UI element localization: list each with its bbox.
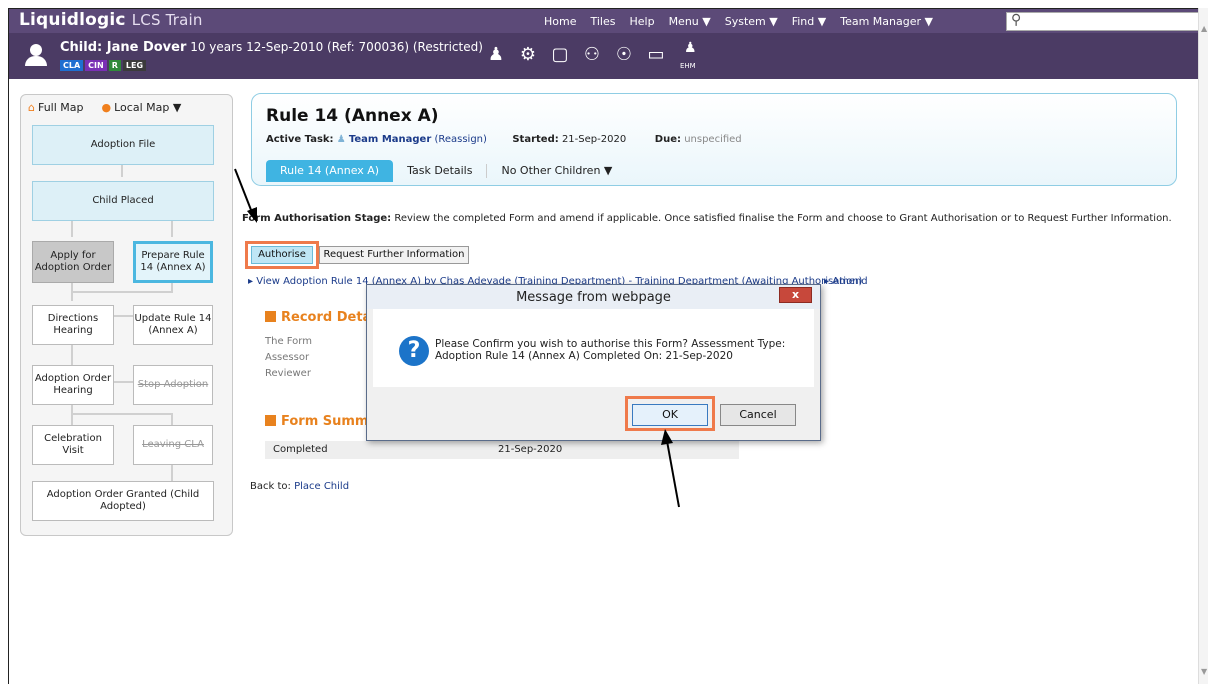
field-the-form: The Form — [265, 336, 312, 347]
map-nav: ⌂ Full Map ● Local Map ▼ — [28, 101, 181, 114]
search-input[interactable]: ⚲ — [1006, 12, 1198, 31]
edit-icon — [265, 415, 276, 426]
user-icon: ♟ — [336, 134, 346, 145]
node-adoption-order-hearing[interactable]: Adoption Order Hearing — [32, 365, 114, 405]
ehm-label: EHM — [680, 62, 696, 70]
annotation-arrow-ok — [661, 429, 680, 508]
child-details: 10 years 12-Sep-2010 (Ref: 700036) (Rest… — [190, 40, 483, 54]
flag-r: R — [108, 60, 121, 71]
home-icon: ⌂ — [28, 101, 35, 114]
dialog-titlebar: Message from webpage x — [367, 285, 820, 309]
summary-completed-label: Completed — [273, 444, 328, 455]
node-prepare-rule-14[interactable]: Prepare Rule 14 (Annex A) — [133, 241, 213, 283]
due-label: Due: — [654, 134, 681, 145]
active-task-label: Active Task: — [266, 134, 334, 145]
ok-highlight — [625, 396, 715, 431]
flag-cla: CLA — [60, 60, 84, 71]
full-map-link[interactable]: ⌂ Full Map — [28, 101, 84, 114]
nav-system[interactable]: System ▼ — [725, 15, 778, 28]
started-value: 21-Sep-2020 — [561, 134, 627, 145]
contact-icon[interactable]: ☉ — [614, 45, 634, 65]
document-icon[interactable]: ▢ — [550, 45, 570, 65]
node-adoption-order-granted[interactable]: Adoption Order Granted (Child Adopted) — [32, 481, 214, 521]
field-assessor: Assessor — [265, 352, 310, 363]
tab-no-other-children[interactable]: No Other Children ▼ — [487, 160, 626, 182]
dialog-message-line2: Adoption Rule 14 (Annex A) Completed On:… — [435, 350, 733, 362]
place-child-link[interactable]: Place Child — [294, 481, 349, 492]
nav-team-manager[interactable]: Team Manager ▼ — [840, 15, 933, 28]
tab-rule-14[interactable]: Rule 14 (Annex A) — [266, 160, 394, 182]
local-map-link[interactable]: ● Local Map ▼ — [102, 101, 182, 114]
app-logo[interactable]: Liquidlogic LCS Train — [19, 10, 203, 30]
browser-viewport: Liquidlogic LCS Train Home Tiles Help Men… — [8, 8, 1198, 684]
edit-icon — [265, 311, 276, 322]
tab-task-details[interactable]: Task Details — [393, 160, 486, 182]
map-icon: ● — [101, 101, 112, 114]
node-stop-adoption[interactable]: Stop Adoption — [133, 365, 213, 405]
nav-home[interactable]: Home — [544, 15, 576, 28]
nav-tiles[interactable]: Tiles — [590, 15, 615, 28]
flag-leg: LEG — [122, 60, 147, 71]
confirm-dialog: Message from webpage x ? Please Confirm … — [366, 284, 821, 441]
child-toolbar: ♟ ⚙ ▢ ⚇ ☉ ▭ ♟ EHM — [486, 41, 698, 70]
child-title: Child: Jane Dover 10 years 12-Sep-2010 (… — [60, 40, 483, 55]
active-task-value[interactable]: Team Manager — [349, 134, 431, 145]
node-directions-hearing[interactable]: Directions Hearing — [32, 305, 114, 345]
top-nav-menu: Home Tiles Help Menu ▼ System ▼ Find ▼ T… — [544, 15, 933, 28]
cancel-button[interactable]: Cancel — [720, 404, 796, 426]
child-avatar-icon — [25, 44, 47, 68]
ehm-icon[interactable]: ♟ EHM — [678, 41, 698, 70]
scroll-up-icon[interactable]: ▲ — [1201, 24, 1207, 33]
nav-help[interactable]: Help — [629, 15, 654, 28]
product-name: LCS Train — [131, 11, 203, 29]
top-nav-bar: Liquidlogic LCS Train Home Tiles Help Men… — [9, 9, 1198, 33]
amend-link[interactable]: ▸ Amend — [824, 276, 868, 287]
page-title: Rule 14 (Annex A) — [266, 106, 439, 126]
reassign-link[interactable]: (Reassign) — [434, 134, 486, 145]
child-flags: CLA CIN R LEG — [60, 60, 147, 71]
nav-menu[interactable]: Menu ▼ — [669, 15, 711, 28]
task-tabs: Rule 14 (Annex A) Task Details No Other … — [266, 160, 626, 182]
annotation-arrow-authorise — [234, 168, 257, 223]
task-header: Rule 14 (Annex A) Active Task: ♟ Team Ma… — [251, 93, 1177, 186]
question-icon: ? — [399, 336, 429, 366]
form-summary-title: Form Summa — [265, 414, 377, 429]
chat-icon[interactable]: ▭ — [646, 45, 666, 65]
task-info: Active Task: ♟ Team Manager (Reassign) S… — [266, 134, 742, 145]
node-adoption-file[interactable]: Adoption File — [32, 125, 214, 165]
child-context-bar: Child: Jane Dover 10 years 12-Sep-2010 (… — [9, 33, 1198, 79]
started-label: Started: — [512, 134, 559, 145]
node-leaving-cla[interactable]: Leaving CLA — [133, 425, 213, 465]
node-celebration-visit[interactable]: Celebration Visit — [32, 425, 114, 465]
page-scrollbar[interactable]: ▲ ▼ — [1198, 8, 1208, 684]
authorise-highlight — [245, 241, 319, 269]
person-icon[interactable]: ♟ — [486, 45, 506, 65]
search-icon[interactable]: ⚲ — [1011, 12, 1021, 28]
flag-cin: CIN — [85, 60, 107, 71]
field-reviewer: Reviewer — [265, 368, 311, 379]
stage-instructions: Form Authorisation Stage: Review the com… — [242, 213, 1172, 224]
nav-find[interactable]: Find ▼ — [792, 15, 827, 28]
child-name: Child: Jane Dover — [60, 40, 187, 55]
dialog-message: Please Confirm you wish to authorise thi… — [435, 338, 785, 362]
dialog-title: Message from webpage — [516, 290, 671, 305]
dialog-close-button[interactable]: x — [779, 287, 812, 303]
node-update-rule-14[interactable]: Update Rule 14 (Annex A) — [133, 305, 213, 345]
record-details-title: Record Detail — [265, 310, 380, 325]
due-value: unspecified — [684, 134, 742, 145]
dialog-body: ? Please Confirm you wish to authorise t… — [373, 309, 814, 387]
node-child-placed[interactable]: Child Placed — [32, 181, 214, 221]
summary-completed-value: 21-Sep-2020 — [498, 444, 563, 455]
node-apply-adoption-order[interactable]: Apply for Adoption Order — [32, 241, 114, 283]
stage-label: Form Authorisation Stage: — [242, 213, 392, 224]
request-info-button[interactable]: Request Further Information — [319, 246, 469, 264]
scroll-down-icon[interactable]: ▼ — [1201, 667, 1207, 676]
group-icon[interactable]: ⚇ — [582, 45, 602, 65]
stage-text: Review the completed Form and amend if a… — [394, 213, 1172, 224]
dialog-message-line1: Please Confirm you wish to authorise thi… — [435, 338, 786, 350]
gear-icon[interactable]: ⚙ — [518, 45, 538, 65]
back-to: Back to: Place Child — [250, 481, 350, 492]
